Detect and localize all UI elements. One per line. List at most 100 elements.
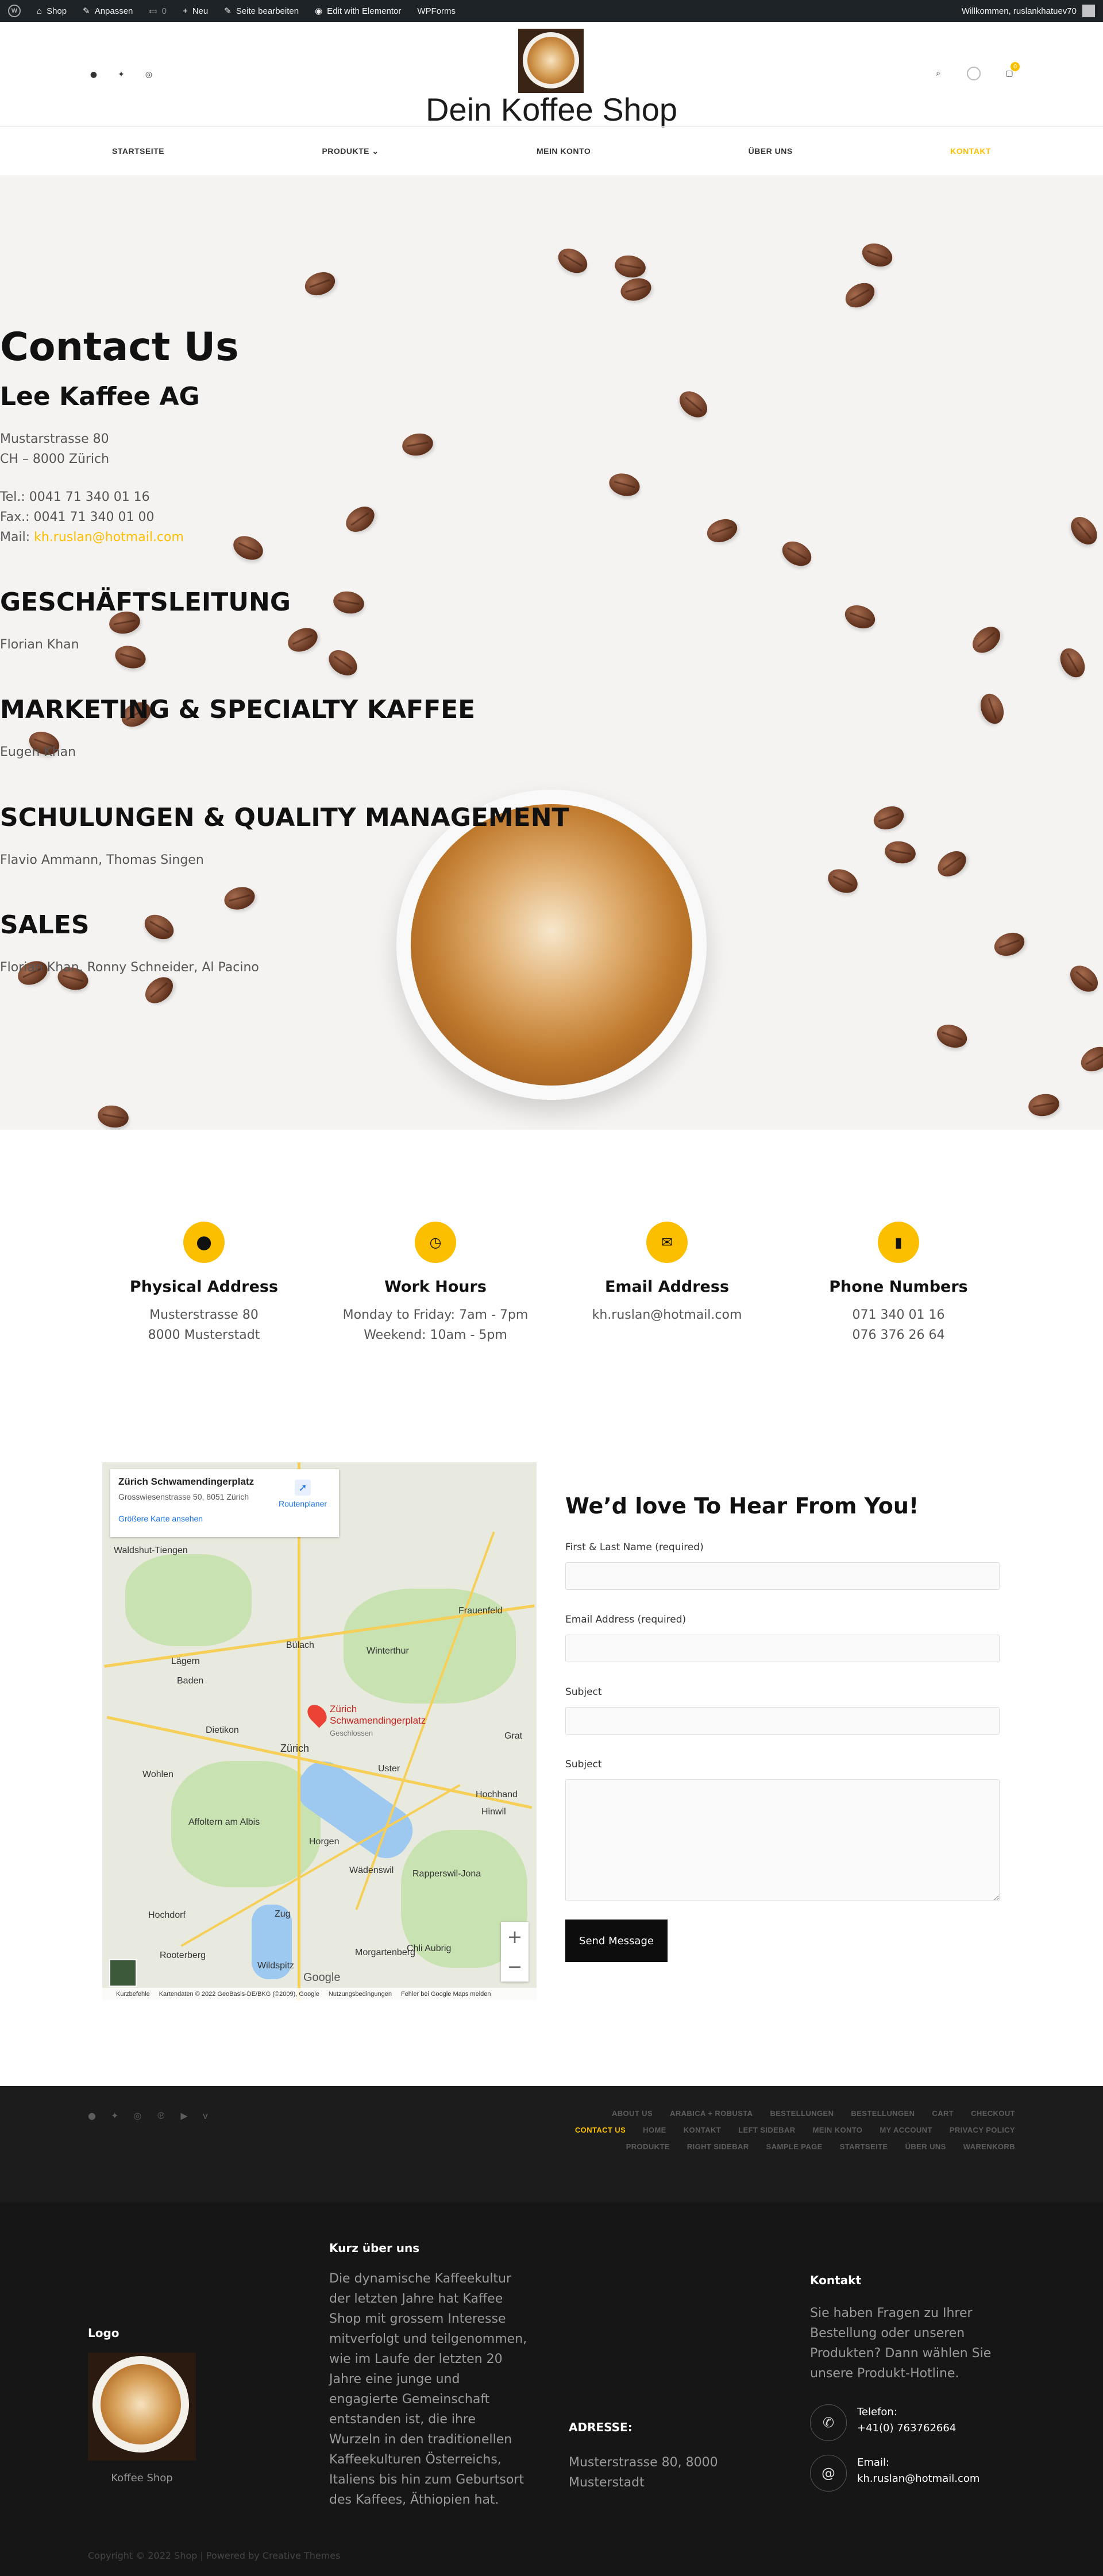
youtube-icon[interactable]: ▶ xyxy=(180,2110,187,2121)
footer-link[interactable]: RIGHT SIDEBAR xyxy=(687,2142,749,2151)
google-map[interactable]: Waldshut-Tiengen Zürich Winterthur Baden… xyxy=(102,1462,537,2000)
map-marker-icon[interactable] xyxy=(303,1701,331,1728)
subject-field[interactable] xyxy=(565,1707,1000,1735)
page-title: Contact Us xyxy=(0,325,239,370)
map-terms-link[interactable]: Nutzungsbedingungen xyxy=(329,1991,392,1998)
latte-cup-image xyxy=(396,790,707,1100)
facebook-icon[interactable]: ● xyxy=(88,69,99,80)
footer-link[interactable]: ABOUT US xyxy=(612,2109,653,2118)
footer-link[interactable]: HOME xyxy=(643,2126,666,2134)
cart-icon[interactable]: ▢ 0 xyxy=(1004,62,1020,79)
footer-link[interactable]: CART xyxy=(932,2109,954,2118)
footer-link[interactable]: SAMPLE PAGE xyxy=(766,2142,823,2151)
pencil-icon: ✎ xyxy=(224,6,232,16)
footer-phone-value[interactable]: +41(0) 763762664 xyxy=(857,2422,956,2434)
admin-bar-account[interactable]: Willkommen, ruslankhatuev70 xyxy=(962,5,1103,17)
coffee-bean xyxy=(96,1103,130,1130)
footer-link[interactable]: PRIVACY POLICY xyxy=(950,2126,1015,2134)
map-city-label: Rooterberg xyxy=(160,1951,206,1960)
footer-link[interactable]: LEFT SIDEBAR xyxy=(738,2126,795,2134)
admin-bar-comments[interactable]: ▭ 0 xyxy=(141,0,175,22)
admin-bar: W ⌂ Shop ✎ Anpassen ▭ 0 + Neu ✎ Seite bearbei… xyxy=(0,0,1103,22)
footer-link[interactable]: MEIN KONTO xyxy=(813,2126,863,2134)
map-shortcuts-link[interactable]: Kurzbefehle xyxy=(116,1991,150,1998)
map-city-label: Wildspitz xyxy=(257,1961,295,1971)
footer-link[interactable]: BESTELLUNGEN xyxy=(851,2109,915,2118)
header-tools: ⌕ ▢ 0 xyxy=(932,62,1020,80)
send-message-button[interactable]: Send Message xyxy=(565,1920,668,1962)
footer-link[interactable]: MY ACCOUNT xyxy=(880,2126,932,2134)
info-line: Musterstrasse 80 xyxy=(149,1308,259,1322)
pinterest-icon[interactable]: ℗ xyxy=(156,2110,165,2121)
admin-bar-wpforms[interactable]: WPForms xyxy=(409,0,464,22)
plus-icon: + xyxy=(182,6,188,16)
nav-item-mein-konto[interactable]: MEIN KONTO xyxy=(537,146,591,156)
header-social-links: ● ✦ ◎ xyxy=(88,69,155,80)
main-navigation: STARTSEITE PRODUKTE ⌄ MEIN KONTO ÜBER UN… xyxy=(0,126,1103,175)
map-report-link[interactable]: Fehler bei Google Maps melden xyxy=(401,1991,491,1998)
subject-field-label: Subject xyxy=(565,1686,602,1698)
contact-hero: Contact Us Lee Kaffee AG Mustarstrasse 8… xyxy=(0,175,1103,1130)
admin-bar-elementor[interactable]: ◉ Edit with Elementor xyxy=(307,0,409,22)
admin-bar-edit-page[interactable]: ✎ Seite bearbeiten xyxy=(216,0,307,22)
instagram-icon[interactable]: ◎ xyxy=(133,2110,141,2121)
name-field[interactable] xyxy=(565,1562,1000,1590)
route-planner-button[interactable]: ➚ Routenplaner xyxy=(277,1480,329,1508)
comment-icon: ▭ xyxy=(149,6,157,16)
map-marker-label-line: Zürich xyxy=(330,1704,357,1714)
footer-link[interactable]: KONTAKT xyxy=(684,2126,721,2134)
footer-email-value[interactable]: kh.ruslan@hotmail.com xyxy=(857,2473,979,2485)
phone-icon: ✆ xyxy=(810,2404,847,2441)
nav-item-kontakt[interactable]: KONTAKT xyxy=(950,146,991,156)
map-city-label: Hochdorf xyxy=(148,1910,186,1920)
company-street: Mustarstrasse 80 xyxy=(0,432,109,446)
account-icon[interactable] xyxy=(967,67,981,80)
mail-link[interactable]: kh.ruslan@hotmail.com xyxy=(34,530,184,544)
phone-icon: ▮ xyxy=(878,1222,919,1263)
footer-link[interactable]: ÜBER UNS xyxy=(905,2142,946,2151)
wordpress-icon: W xyxy=(8,5,21,17)
zoom-in-button[interactable]: + xyxy=(501,1922,529,1952)
nav-item-startseite[interactable]: STARTSEITE xyxy=(112,146,164,156)
footer-link[interactable]: ARABICA + ROBUSTA xyxy=(670,2109,753,2118)
admin-bar-new[interactable]: + Neu xyxy=(175,0,216,22)
coffee-bean xyxy=(1077,1042,1103,1076)
info-phone: ▮ Phone Numbers 071 340 01 16 076 376 26… xyxy=(789,1222,1008,1345)
company-name: Lee Kaffee AG xyxy=(0,382,200,411)
twitter-icon[interactable]: ✦ xyxy=(111,2110,118,2121)
wordpress-logo-menu[interactable]: W xyxy=(0,0,29,22)
larger-map-link[interactable]: Größere Karte ansehen xyxy=(118,1514,331,1523)
footer-link[interactable]: CONTACT US xyxy=(575,2126,626,2134)
site-title[interactable]: Dein Koffee Shop xyxy=(0,91,1103,128)
zoom-out-button[interactable]: − xyxy=(501,1952,529,1982)
contact-info-boxes: ⬤ Physical Address Musterstrasse 80 8000… xyxy=(0,1130,1103,1440)
footer-link[interactable]: WARENKORB xyxy=(963,2142,1015,2151)
info-physical-address: ⬤ Physical Address Musterstrasse 80 8000… xyxy=(95,1222,313,1345)
email-field-label: Email Address (required) xyxy=(565,1614,687,1625)
map-satellite-toggle[interactable] xyxy=(109,1959,137,1987)
footer-address-text: Musterstrasse 80, 8000 Musterstadt xyxy=(569,2455,718,2490)
nav-item-produkte[interactable]: PRODUKTE ⌄ xyxy=(322,146,379,156)
footer-link[interactable]: BESTELLUNGEN xyxy=(770,2109,834,2118)
message-field[interactable] xyxy=(565,1779,1000,1901)
footer-link[interactable]: STARTSEITE xyxy=(840,2142,888,2151)
latte-art xyxy=(411,804,692,1086)
footer-link[interactable]: PRODUKTE xyxy=(626,2142,670,2151)
footer-phone-label: Telefon: xyxy=(857,2406,897,2418)
nav-item-ueber-uns[interactable]: ÜBER UNS xyxy=(749,146,793,156)
footer-link[interactable]: CHECKOUT xyxy=(971,2109,1015,2118)
admin-bar-site[interactable]: ⌂ Shop xyxy=(29,0,75,22)
admin-bar-comment-count: 0 xyxy=(161,6,167,16)
admin-bar-customize[interactable]: ✎ Anpassen xyxy=(75,0,141,22)
email-field[interactable] xyxy=(565,1635,1000,1662)
company-mail: Mail: kh.ruslan@hotmail.com xyxy=(0,527,1103,547)
instagram-icon[interactable]: ◎ xyxy=(143,69,155,80)
map-area xyxy=(125,1554,252,1646)
twitter-icon[interactable]: ✦ xyxy=(115,69,127,80)
vimeo-icon[interactable]: v xyxy=(203,2110,208,2121)
search-icon[interactable]: ⌕ xyxy=(932,68,944,79)
map-marker-label: Zürich Schwamendingerplatz xyxy=(330,1704,426,1727)
site-logo[interactable] xyxy=(518,29,584,93)
map-road xyxy=(298,1462,300,2000)
facebook-icon[interactable]: ● xyxy=(88,2110,96,2121)
